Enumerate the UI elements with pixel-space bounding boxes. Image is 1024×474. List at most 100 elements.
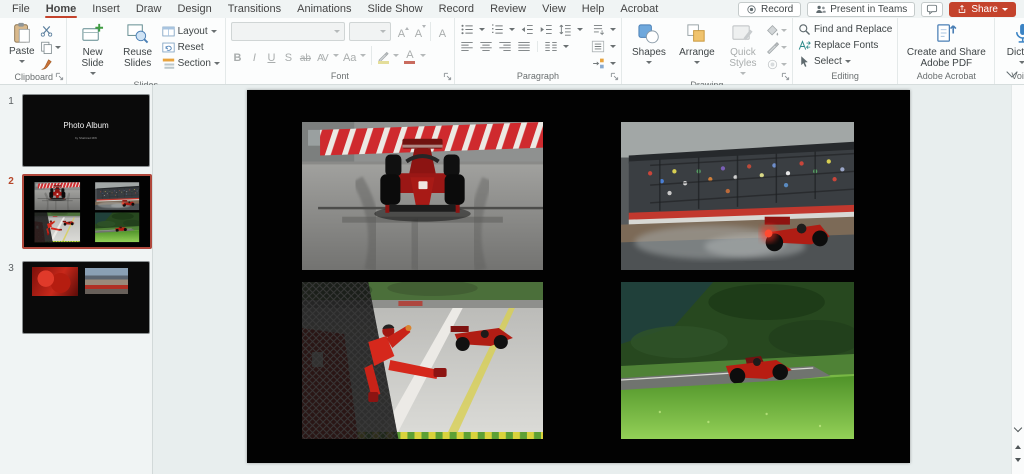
scroll-down-arrow[interactable] (1013, 424, 1023, 434)
thumbnail-slide-2-frame[interactable] (22, 174, 152, 249)
section-button[interactable]: Section (162, 57, 220, 70)
paste-button[interactable]: Paste (7, 21, 37, 67)
italic-button[interactable]: I (248, 47, 261, 65)
tab-insert[interactable]: Insert (84, 0, 128, 18)
convert-smartart-button[interactable] (591, 57, 605, 70)
find-icon (798, 23, 811, 36)
new-slide-button[interactable]: New Slide (72, 21, 114, 79)
record-button[interactable]: Record (738, 2, 801, 17)
reset-button[interactable]: Reset (162, 41, 220, 54)
select-button[interactable]: Select (798, 55, 851, 68)
font-size-combo[interactable] (349, 22, 391, 41)
line-spacing-dropdown-icon (577, 28, 583, 34)
paragraph-dialog-launcher[interactable] (610, 72, 619, 81)
shape-fill-icon (766, 24, 779, 37)
find-replace-button[interactable]: Find and Replace (798, 23, 892, 36)
format-painter-button[interactable] (40, 58, 61, 71)
character-spacing-button[interactable]: AV (316, 47, 329, 65)
align-right-button[interactable] (498, 40, 512, 53)
tab-help[interactable]: Help (574, 0, 613, 18)
teams-icon (815, 4, 826, 15)
layout-icon (162, 25, 175, 38)
tab-slide-show[interactable]: Slide Show (360, 0, 431, 18)
copy-button[interactable] (40, 41, 61, 54)
font-color-button[interactable]: A (403, 47, 416, 64)
clipboard-dialog-launcher[interactable] (55, 72, 64, 81)
share-button[interactable]: Share (949, 2, 1016, 17)
shapes-button[interactable]: Shapes (627, 21, 671, 68)
cut-button[interactable] (40, 24, 61, 37)
arrange-button[interactable]: Arrange (674, 21, 720, 68)
group-font: A A A B I U S ab AV Aa (226, 18, 455, 84)
font-name-combo[interactable] (231, 22, 345, 41)
thumbnail-slide-3-frame[interactable] (22, 261, 150, 334)
photo-ferrari-front-track[interactable] (302, 122, 543, 270)
select-dropdown-icon (845, 60, 851, 66)
tab-view[interactable]: View (534, 0, 574, 18)
text-shadow-button[interactable]: S (282, 47, 295, 65)
tab-record[interactable]: Record (431, 0, 482, 18)
shape-fill-button[interactable] (766, 24, 787, 37)
tab-acrobat[interactable]: Acrobat (612, 0, 666, 18)
align-center-button[interactable] (479, 40, 493, 53)
thumbnail-slide-3[interactable]: 3 (0, 261, 152, 334)
photo-ferrari-rain-spray[interactable] (621, 122, 854, 270)
tab-file[interactable]: File (4, 0, 38, 18)
previous-slide-button[interactable] (1013, 440, 1023, 450)
photo-ferrari-green-hills[interactable] (621, 282, 854, 439)
comments-button[interactable] (921, 2, 943, 17)
text-direction-button[interactable] (591, 23, 605, 36)
slide-canvas[interactable] (153, 85, 1024, 474)
group-adobe-acrobat: Create and Share Adobe PDF Adobe Acrobat (898, 18, 995, 84)
decrease-font-size-button[interactable]: A (412, 23, 425, 41)
decrease-indent-button[interactable] (520, 23, 534, 36)
shape-outline-icon (766, 41, 779, 54)
thumbnail-slide-2-selected[interactable]: 2 (0, 174, 152, 249)
slide3-photo-red-car-closeup (32, 267, 78, 296)
tab-review[interactable]: Review (482, 0, 534, 18)
create-pdf-button[interactable]: Create and Share Adobe PDF (903, 21, 989, 70)
photo-driver-fence-celebration[interactable] (302, 282, 543, 439)
tab-animations[interactable]: Animations (289, 0, 359, 18)
align-left-button[interactable] (460, 40, 474, 53)
replace-fonts-button[interactable]: Replace Fonts (798, 39, 878, 52)
align-text-button[interactable] (591, 40, 605, 53)
font-dialog-launcher[interactable] (443, 72, 452, 81)
layout-button[interactable]: Layout (162, 25, 220, 38)
tab-design[interactable]: Design (169, 0, 219, 18)
reuse-slides-button[interactable]: Reuse Slides (117, 21, 159, 70)
tab-draw[interactable]: Draw (128, 0, 170, 18)
bullets-button[interactable] (460, 23, 474, 36)
strikethrough-button[interactable]: ab (299, 47, 312, 65)
layout-dropdown-icon (211, 30, 217, 36)
font-group-label: Font (231, 70, 449, 84)
reset-icon (162, 41, 175, 54)
shape-outline-button[interactable] (766, 41, 787, 54)
shape-effects-button[interactable] (766, 58, 787, 71)
drawing-dialog-launcher[interactable] (781, 72, 790, 81)
thumbnail-slide-1-frame[interactable]: Photo Album by Shahzad MW (22, 94, 150, 167)
increase-font-size-button[interactable]: A (395, 23, 408, 41)
select-icon (798, 55, 811, 68)
tab-transitions[interactable]: Transitions (220, 0, 289, 18)
change-case-button[interactable]: Aa (343, 47, 356, 65)
clear-formatting-button[interactable]: A (436, 23, 449, 41)
vertical-scrollbar[interactable] (1011, 85, 1024, 474)
highlight-color-button[interactable] (377, 47, 389, 64)
numbering-button[interactable] (490, 23, 504, 36)
change-case-dropdown-icon (360, 54, 366, 60)
thumbnail-slide-1[interactable]: 1 Photo Album by Shahzad MW (0, 94, 152, 167)
bold-button[interactable]: B (231, 47, 244, 65)
arrange-icon (685, 22, 708, 45)
slide-2-editing-surface[interactable] (247, 90, 910, 463)
columns-button[interactable] (544, 40, 558, 53)
quick-styles-button[interactable]: Quick Styles (723, 21, 763, 79)
dictate-button[interactable]: Dictate (1000, 21, 1024, 68)
increase-indent-button[interactable] (539, 23, 553, 36)
underline-button[interactable]: U (265, 47, 278, 65)
tab-home[interactable]: Home (38, 0, 85, 18)
justify-button[interactable] (517, 40, 531, 53)
present-in-teams-button[interactable]: Present in Teams (807, 2, 915, 17)
line-spacing-button[interactable] (558, 23, 572, 36)
next-slide-button[interactable] (1013, 456, 1023, 466)
